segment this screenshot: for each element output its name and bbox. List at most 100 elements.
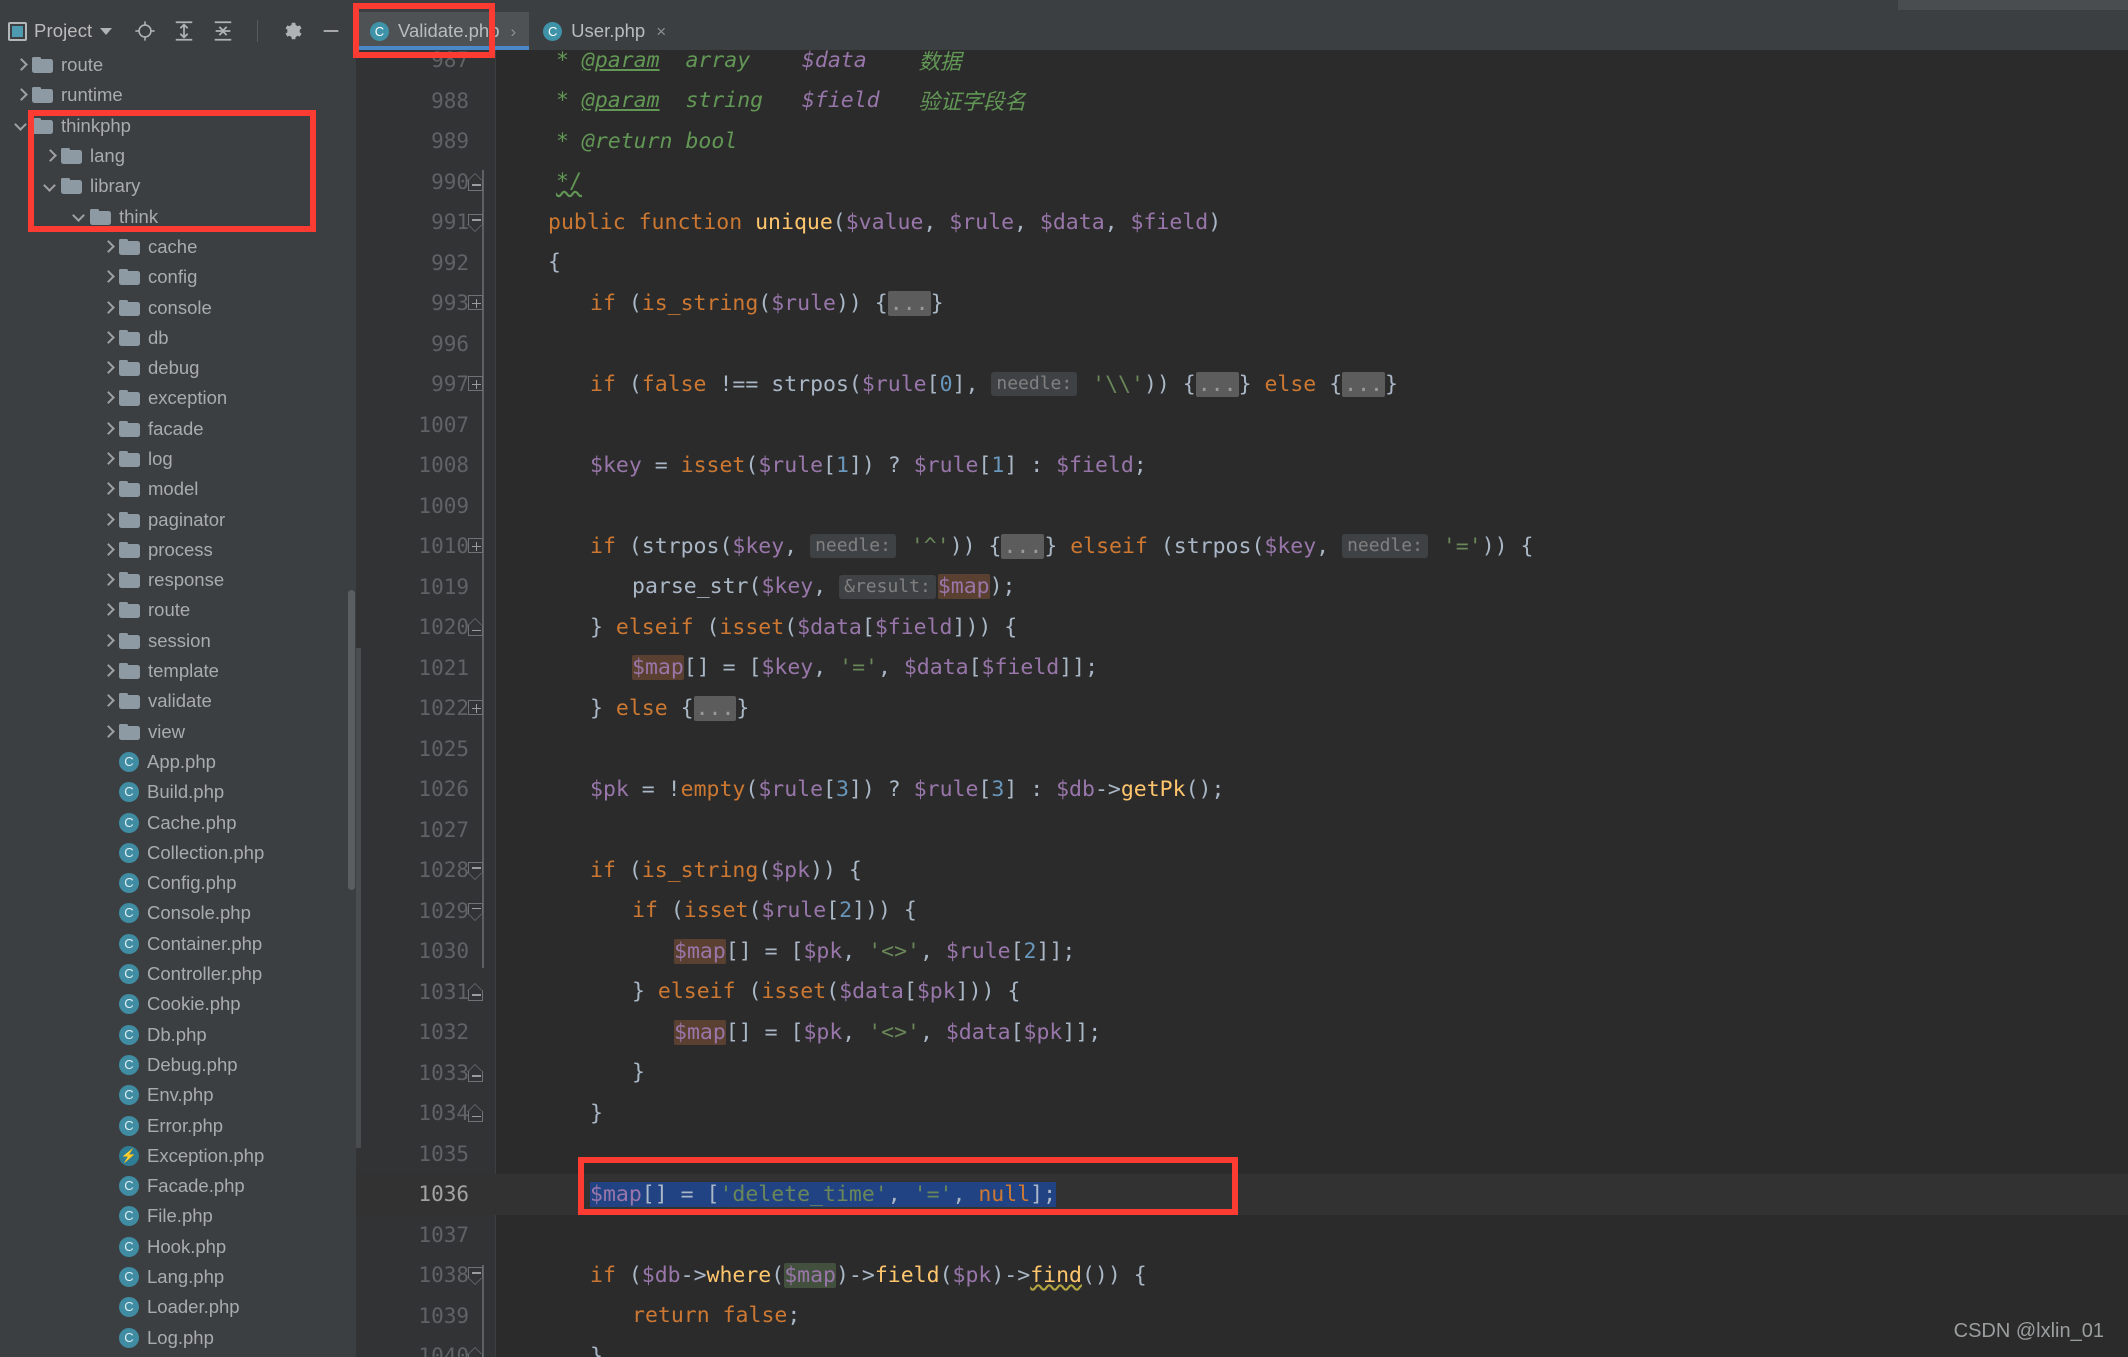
tree-item-debug[interactable]: debug: [0, 353, 356, 383]
tree-item-facade[interactable]: facade: [0, 414, 356, 444]
tree-item-view[interactable]: view: [0, 717, 356, 747]
chevron-right-icon[interactable]: [101, 634, 114, 647]
tree-item-db-php[interactable]: C Db.php: [0, 1020, 356, 1050]
tree-item-response[interactable]: response: [0, 565, 356, 595]
tree-item-db[interactable]: db: [0, 323, 356, 353]
tree-item-hook-php[interactable]: C Hook.php: [0, 1232, 356, 1262]
code-line[interactable]: * @return bool: [496, 121, 737, 162]
code-line[interactable]: }: [496, 1336, 603, 1357]
tree-item-console-php[interactable]: C Console.php: [0, 898, 356, 928]
code-line[interactable]: [496, 1134, 548, 1175]
code-line[interactable]: $key = isset($rule[1]) ? $rule[1] : $fie…: [496, 445, 1147, 486]
code-line[interactable]: if ($db -> where($map)-> field($pk)-> find()…: [496, 1255, 1147, 1296]
tree-item-middleware-php[interactable]: CMiddleware.php: [0, 1353, 356, 1357]
code-line[interactable]: [496, 324, 548, 365]
code-line[interactable]: } elseif (isset($data[$pk])) {: [496, 972, 1020, 1013]
tree-item-exception-php[interactable]: ⚡ Exception.php: [0, 1141, 356, 1171]
chevron-right-icon[interactable]: [101, 574, 114, 587]
fold-collapse-end-icon[interactable]: [467, 1104, 485, 1122]
chevron-down-icon[interactable]: [14, 119, 27, 132]
chevron-right-icon[interactable]: [101, 301, 114, 314]
expand-all-icon[interactable]: [173, 20, 195, 42]
tree-item-env-php[interactable]: C Env.php: [0, 1080, 356, 1110]
tree-item-debug-php[interactable]: C Debug.php: [0, 1050, 356, 1080]
code-line[interactable]: } elseif (isset($data[$field])) {: [496, 607, 1017, 648]
code-line[interactable]: $pk = ! empty($rule[3]) ? $rule[3] : $db -…: [496, 769, 1224, 810]
code-line[interactable]: } else {...}: [496, 688, 749, 729]
fold-collapse-start-icon[interactable]: [467, 214, 485, 232]
code-line[interactable]: }: [496, 1093, 603, 1134]
tree-item-lang-php[interactable]: C Lang.php: [0, 1262, 356, 1292]
tree-item-template[interactable]: template: [0, 656, 356, 686]
chevron-right-icon[interactable]: [101, 725, 114, 738]
code-editor[interactable]: 987 * @param array $data 数据 988 * @param st…: [356, 48, 2128, 1357]
tree-item-config[interactable]: config: [0, 262, 356, 292]
tree-item-app-php[interactable]: C App.php: [0, 747, 356, 777]
chevron-right-icon[interactable]: [14, 59, 27, 72]
chevron-right-icon[interactable]: [101, 422, 114, 435]
code-line[interactable]: */: [496, 162, 582, 203]
tree-item-config-php[interactable]: C Config.php: [0, 868, 356, 898]
tree-item-facade-php[interactable]: C Facade.php: [0, 1171, 356, 1201]
project-tree[interactable]: route runtime thinkphp lang library think cach…: [0, 50, 356, 1357]
fold-collapse-start-icon[interactable]: [467, 1267, 485, 1285]
chevron-right-icon[interactable]: [101, 695, 114, 708]
tree-item-exception[interactable]: exception: [0, 383, 356, 413]
fold-expand-icon[interactable]: [468, 538, 485, 555]
code-line[interactable]: [496, 1215, 548, 1256]
chevron-right-icon[interactable]: [101, 362, 114, 375]
tree-item-route[interactable]: route: [0, 50, 356, 80]
chevron-down-icon[interactable]: [100, 27, 113, 35]
fold-collapse-end-icon[interactable]: [467, 982, 485, 1001]
project-panel-title-button[interactable]: Project: [8, 20, 113, 42]
tree-item-cache[interactable]: cache: [0, 232, 356, 262]
code-line[interactable]: public function unique($value, $rule, $d…: [496, 202, 1221, 243]
code-line[interactable]: * @param string $field 验证字段名: [496, 81, 1026, 122]
tree-item-think[interactable]: think: [0, 201, 356, 231]
chevron-down-icon[interactable]: [72, 210, 85, 223]
code-line[interactable]: $map[] = [$pk, '<>', $data[$pk]];: [496, 1012, 1101, 1053]
chevron-right-icon[interactable]: [101, 483, 114, 496]
tree-item-library[interactable]: library: [0, 171, 356, 201]
code-line[interactable]: [496, 729, 548, 770]
chevron-right-icon[interactable]: [101, 513, 114, 526]
code-line[interactable]: if (is_string($rule)) {...}: [496, 283, 944, 324]
chevron-right-icon[interactable]: [101, 453, 114, 466]
hide-panel-icon[interactable]: [320, 20, 342, 42]
chevron-right-icon[interactable]: [101, 543, 114, 556]
tree-item-runtime[interactable]: runtime: [0, 80, 356, 110]
code-line[interactable]: }: [496, 1053, 645, 1094]
chevron-down-icon[interactable]: [43, 180, 56, 193]
tree-scrollbar[interactable]: [348, 590, 355, 890]
tree-item-file-php[interactable]: C File.php: [0, 1201, 356, 1231]
fold-expand-icon[interactable]: [468, 700, 485, 717]
tab-chevron-icon[interactable]: ›: [511, 23, 517, 40]
code-line[interactable]: parse_str($key, &result: $map);: [496, 567, 1016, 608]
fold-collapse-end-icon[interactable]: [467, 1347, 485, 1357]
tree-item-paginator[interactable]: paginator: [0, 504, 356, 534]
tree-item-error-php[interactable]: C Error.php: [0, 1110, 356, 1140]
chevron-right-icon[interactable]: [14, 89, 27, 102]
tree-item-collection-php[interactable]: C Collection.php: [0, 838, 356, 868]
gear-icon[interactable]: [281, 20, 303, 42]
tree-item-cache-php[interactable]: C Cache.php: [0, 807, 356, 837]
chevron-right-icon[interactable]: [43, 150, 56, 163]
code-line[interactable]: [496, 486, 548, 527]
code-line[interactable]: if (strpos($key, needle: '^')) {...} els…: [496, 526, 1533, 567]
code-line[interactable]: $map[] = ['delete_time', '=', null];: [496, 1174, 1057, 1215]
locate-icon[interactable]: [134, 20, 156, 42]
code-line[interactable]: $map[] = [$pk, '<>', $rule[2]];: [496, 931, 1075, 972]
code-line[interactable]: [496, 405, 548, 446]
tree-item-model[interactable]: model: [0, 474, 356, 504]
chevron-right-icon[interactable]: [101, 271, 114, 284]
fold-collapse-end-icon[interactable]: [467, 172, 485, 191]
tree-item-log-php[interactable]: C Log.php: [0, 1322, 356, 1352]
code-line[interactable]: $map[] = [$key, '=', $data[$field]];: [496, 648, 1098, 689]
fold-expand-icon[interactable]: [468, 295, 485, 312]
tree-item-container-php[interactable]: C Container.php: [0, 929, 356, 959]
code-line[interactable]: return false;: [496, 1296, 800, 1337]
collapse-all-icon[interactable]: [212, 20, 234, 42]
code-line[interactable]: {: [496, 243, 561, 284]
tree-item-validate[interactable]: validate: [0, 686, 356, 716]
fold-collapse-end-icon[interactable]: [467, 1063, 485, 1082]
